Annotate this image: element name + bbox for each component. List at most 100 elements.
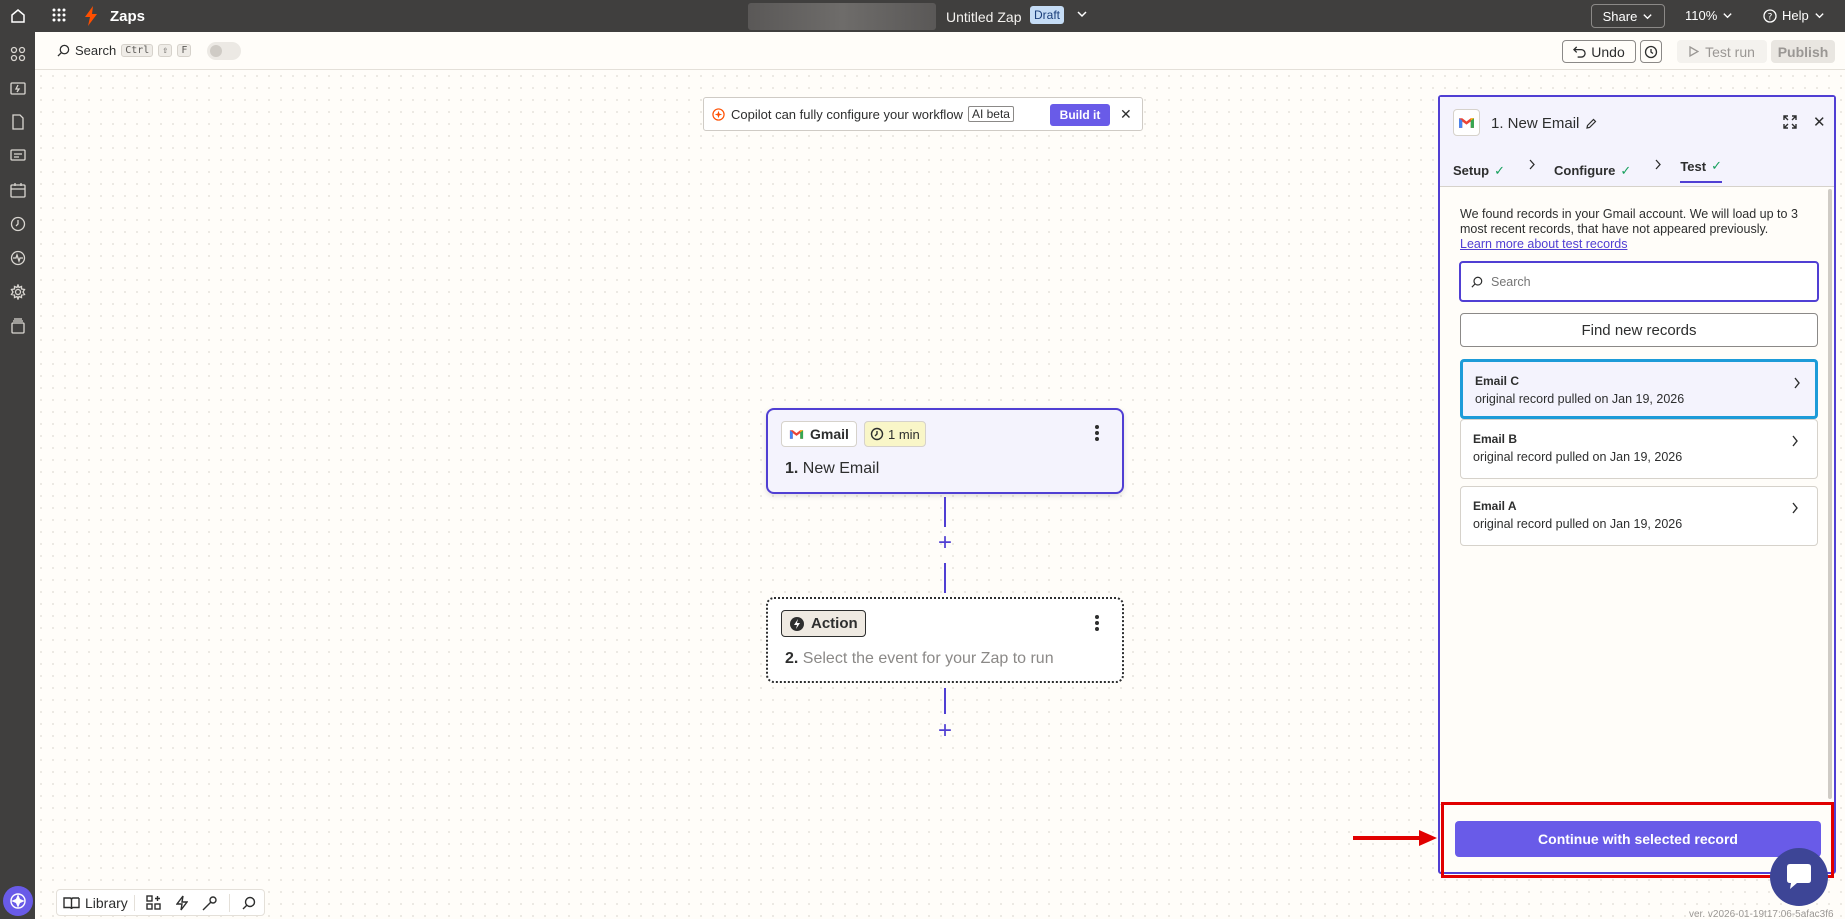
apps-icon[interactable] [8, 44, 27, 63]
copilot-sparkle-icon [712, 107, 725, 121]
record-item[interactable]: Email A original record pulled on Jan 19… [1460, 486, 1818, 546]
trigger-step-card[interactable]: Gmail 1 min 1. New Email [766, 408, 1124, 494]
tab-configure[interactable]: Configure ✓ [1554, 158, 1631, 183]
app-pill: Gmail [781, 421, 857, 447]
search-icon [57, 44, 70, 57]
action-step-card[interactable]: Action 2. Select the event for your Zap … [766, 597, 1124, 683]
undo-icon [1573, 46, 1586, 58]
interfaces-icon[interactable] [8, 146, 27, 165]
chevron-down-icon [1643, 13, 1652, 19]
bolt-icon[interactable] [173, 894, 191, 912]
record-name: Email B [1473, 432, 1518, 446]
copilot-banner: Copilot can fully configure your workflo… [703, 97, 1143, 131]
chevron-right-icon [1654, 158, 1662, 183]
help-label: Help [1782, 8, 1809, 23]
layout-grid-icon[interactable] [145, 894, 163, 912]
records-search-field[interactable] [1459, 261, 1819, 302]
panel-step-tabs: Setup ✓ Configure ✓ Test ✓ [1453, 158, 1722, 183]
share-button[interactable]: Share [1591, 4, 1665, 28]
app-title[interactable]: Zaps [110, 8, 145, 25]
description-text: We found records in your Gmail account. … [1460, 207, 1798, 236]
poll-interval-badge: 1 min [864, 421, 926, 447]
canvas-search[interactable]: Search Ctrl ⇧ F [57, 43, 192, 58]
more-options-icon[interactable] [1094, 424, 1100, 445]
more-options-icon[interactable] [1094, 614, 1100, 635]
add-step-plus-icon[interactable]: + [934, 531, 956, 555]
activity-icon[interactable] [8, 248, 27, 267]
play-icon [1689, 46, 1700, 57]
chevron-down-icon[interactable] [1076, 7, 1088, 23]
library-label: Library [85, 894, 128, 911]
action-pill: Action [781, 610, 866, 637]
shortcut-key: F [177, 44, 192, 57]
search-input[interactable] [1491, 274, 1791, 289]
step-number: 2. [785, 650, 799, 667]
copilot-text: Copilot can fully configure your workflo… [731, 106, 963, 122]
zaps-folder-icon[interactable] [8, 78, 27, 97]
panel-title[interactable]: 1. New Email [1491, 115, 1597, 132]
build-it-button[interactable]: Build it [1050, 104, 1110, 126]
close-icon[interactable]: ✕ [1120, 106, 1132, 123]
copilot-icon[interactable] [3, 886, 33, 916]
zoom-dropdown[interactable]: 110% [1685, 8, 1733, 23]
library-button[interactable]: Library [63, 894, 135, 911]
annotation-arrow-icon [1353, 830, 1437, 846]
clock-icon [870, 427, 884, 441]
add-step-plus-icon[interactable]: + [934, 719, 956, 743]
settings-icon[interactable] [8, 282, 27, 301]
record-subtitle: original record pulled on Jan 19, 2026 [1473, 450, 1683, 464]
step-name: New Email [802, 460, 880, 477]
search-label: Search [75, 43, 117, 58]
panel-scrollbar[interactable] [1828, 189, 1832, 799]
version-history-button[interactable] [1640, 40, 1662, 63]
check-icon: ✓ [1711, 158, 1722, 173]
step-number: 1. [785, 460, 799, 477]
step-title: 1. New Email [785, 460, 879, 478]
step-connector [944, 563, 946, 593]
step-name: Select the event for your Zap to run [802, 650, 1054, 667]
close-icon[interactable]: ✕ [1813, 113, 1826, 131]
undo-button[interactable]: Undo [1562, 40, 1636, 63]
tables-icon[interactable] [8, 112, 27, 131]
tab-test[interactable]: Test ✓ [1680, 158, 1722, 183]
canvas-bottom-toolbar: Library [56, 889, 265, 916]
tab-label: Setup [1453, 163, 1490, 178]
redacted-breadcrumb [748, 3, 936, 30]
record-item[interactable]: Email B original record pulled on Jan 19… [1460, 419, 1818, 479]
gmail-icon [1453, 109, 1480, 136]
chevron-down-icon [1723, 13, 1732, 19]
stack-icon[interactable] [8, 316, 27, 335]
pencil-icon[interactable] [1585, 118, 1597, 130]
apps-grid-icon[interactable] [52, 8, 66, 25]
publish-button[interactable]: Publish [1771, 40, 1835, 63]
shortcut-key: Ctrl [121, 44, 154, 57]
zap-name[interactable]: Untitled Zap [946, 9, 1021, 25]
test-description: We found records in your Gmail account. … [1460, 207, 1820, 252]
search-icon[interactable] [240, 894, 258, 912]
learn-more-link[interactable]: Learn more about test records [1460, 237, 1627, 251]
chevron-down-icon [1815, 13, 1824, 19]
zap-bolt-icon [84, 6, 98, 29]
ai-beta-badge: AI beta [967, 106, 1014, 122]
record-subtitle: original record pulled on Jan 19, 2026 [1475, 392, 1685, 406]
left-nav-rail [0, 32, 35, 919]
tab-setup[interactable]: Setup ✓ [1453, 158, 1505, 183]
canvas-toggle[interactable] [207, 42, 241, 60]
tab-label: Test [1680, 158, 1707, 174]
expand-icon[interactable] [1783, 115, 1797, 132]
find-new-records-button[interactable]: Find new records [1460, 313, 1818, 347]
history-icon[interactable] [8, 214, 27, 233]
test-run-button[interactable]: Test run [1677, 40, 1767, 63]
poll-interval: 1 min [888, 426, 920, 442]
home-icon[interactable] [0, 0, 36, 32]
support-chat-icon[interactable] [1770, 848, 1828, 906]
record-item[interactable]: Email C original record pulled on Jan 19… [1460, 359, 1818, 419]
search-icon [1471, 276, 1483, 288]
help-button[interactable]: ? Help [1763, 8, 1825, 23]
svg-text:?: ? [1768, 12, 1773, 22]
calendar-icon[interactable] [8, 180, 27, 199]
panel-header: 1. New Email ✕ Setup ✓ Configure ✓ Test [1440, 97, 1834, 187]
wand-icon[interactable] [201, 894, 219, 912]
check-icon: ✓ [1620, 162, 1632, 178]
gmail-icon [789, 430, 804, 439]
